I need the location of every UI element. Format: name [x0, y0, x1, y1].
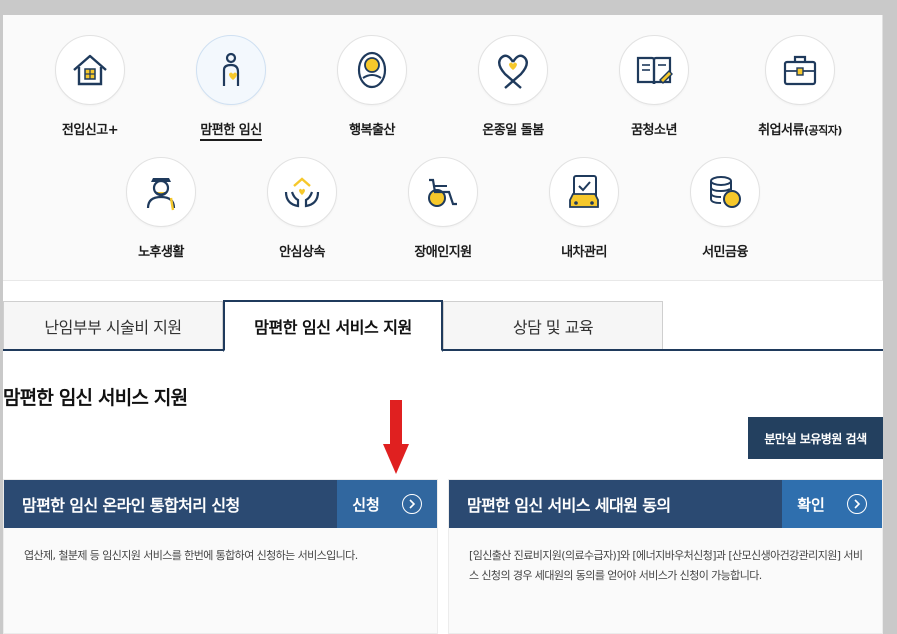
service-easy-pregnancy[interactable]: 맘편한 임신: [166, 35, 296, 141]
service-all-day-care[interactable]: 온종일 돌봄: [448, 35, 578, 138]
apply-button-label: 신청: [352, 495, 380, 514]
service-label: 온종일 돌봄: [482, 123, 544, 138]
elderly-man-icon: [126, 157, 196, 227]
tab-bar: 난임부부 시술비 지원 맘편한 임신 서비스 지원 상담 및 교육: [3, 300, 883, 352]
chevron-right-circle-icon: [401, 494, 422, 514]
service-happy-birth[interactable]: 행복출산: [307, 35, 437, 138]
wheelchair-icon: [408, 157, 478, 227]
service-label: 취업서류(공직자): [758, 123, 842, 138]
card-title: 맘편한 임신 온라인 통합처리 신청: [4, 480, 337, 528]
card-title: 맘편한 임신 서비스 세대원 동의: [449, 480, 782, 528]
service-car-management[interactable]: 내차관리: [519, 157, 649, 260]
house-icon: [55, 35, 125, 105]
service-label: 전입신고+: [61, 123, 119, 138]
annotation-arrow-down-icon: [383, 400, 409, 480]
confirm-button-label: 확인: [797, 495, 825, 514]
service-label: 안심상속: [279, 245, 325, 260]
page: 전입신고+ 맘편한 임신 행복출산 온종일 돌봄 꿈청소년 취업서류(공직자) …: [3, 15, 883, 634]
service-label: 내차관리: [561, 245, 607, 260]
service-label: 장애인지원: [414, 245, 472, 260]
service-employment-documents[interactable]: 취업서류(공직자): [730, 35, 870, 138]
service-safe-inheritance[interactable]: 안심상속: [237, 157, 367, 260]
tab-label: 맘편한 임신 서비스 지원: [254, 318, 412, 337]
service-public-finance[interactable]: 서민금융: [660, 157, 790, 260]
delivery-hospital-search-button[interactable]: 분만실 보유병원 검색: [748, 417, 883, 459]
section-title: 맘편한 임신 서비스 지원: [3, 387, 188, 409]
open-book-icon: [619, 35, 689, 105]
service-move-in-report[interactable]: 전입신고+: [25, 35, 155, 138]
heart-ribbon-icon: [478, 35, 548, 105]
card-description: 엽산제, 철분제 등 임신지원 서비스를 한번에 통합하여 신청하는 서비스입니…: [24, 549, 358, 562]
service-label: 서민금융: [702, 245, 748, 260]
pregnant-woman-icon: [196, 35, 266, 105]
card-description: [임신출산 진료비지원(의료수급자)]와 [에너지바우처신청]과 [산모신생아건…: [469, 549, 863, 582]
service-retirement-life[interactable]: 노후생활: [96, 157, 226, 260]
service-disability-support[interactable]: 장애인지원: [378, 157, 508, 260]
card-header: 맘편한 임신 서비스 세대원 동의 확인: [449, 480, 882, 528]
tab-infertility-support[interactable]: 난임부부 시술비 지원: [3, 301, 223, 349]
tab-easy-pregnancy-service[interactable]: 맘편한 임신 서비스 지원: [223, 300, 443, 352]
service-youth-dream[interactable]: 꿈청소년: [589, 35, 719, 138]
car-document-icon: [549, 157, 619, 227]
card-header: 맘편한 임신 온라인 통합처리 신청 신청: [4, 480, 437, 528]
service-label: 행복출산: [349, 123, 395, 138]
service-label: 꿈청소년: [631, 123, 677, 138]
hands-house-icon: [267, 157, 337, 227]
apply-button[interactable]: 신청: [337, 480, 437, 528]
service-label: 맘편한 임신: [200, 119, 262, 141]
baby-icon: [337, 35, 407, 105]
card-online-integrated-application: 맘편한 임신 온라인 통합처리 신청 신청 엽산제, 철분제 등 임신지원 서비…: [3, 479, 438, 634]
confirm-button[interactable]: 확인: [782, 480, 882, 528]
chevron-right-circle-icon: [846, 494, 867, 514]
tab-label: 상담 및 교육: [512, 317, 594, 337]
coins-icon: [690, 157, 760, 227]
service-label: 노후생활: [138, 245, 184, 260]
tab-label: 난임부부 시술비 지원: [44, 317, 182, 337]
service-icon-grid: 전입신고+ 맘편한 임신 행복출산 온종일 돌봄 꿈청소년 취업서류(공직자) …: [3, 15, 883, 281]
briefcase-icon: [765, 35, 835, 105]
card-household-consent: 맘편한 임신 서비스 세대원 동의 확인 [임신출산 진료비지원(의료수급자)]…: [448, 479, 883, 634]
tab-counseling-education[interactable]: 상담 및 교육: [443, 301, 663, 349]
